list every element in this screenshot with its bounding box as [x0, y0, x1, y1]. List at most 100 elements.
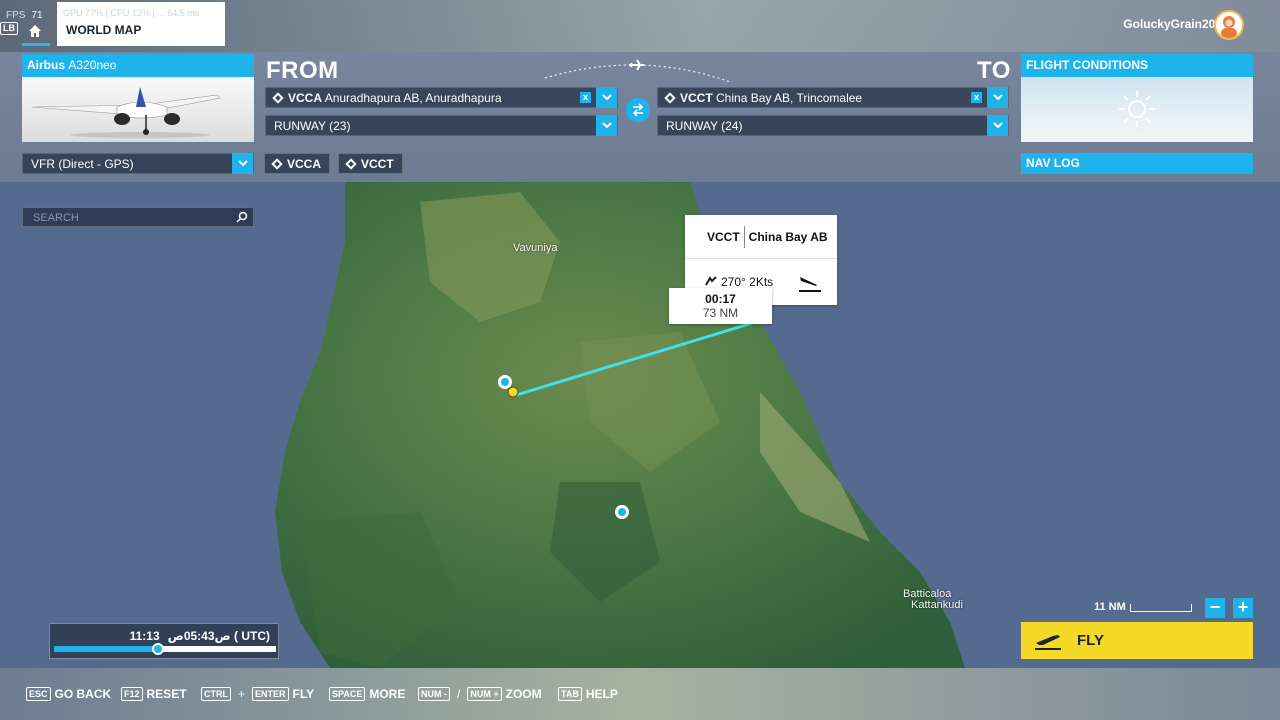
- scale-bar: [1129, 604, 1192, 612]
- arrival-code: VCCT: [680, 91, 713, 105]
- departure-runway-select[interactable]: RUNWAY (23): [265, 115, 618, 136]
- plane-icon: [629, 59, 644, 71]
- leg-tooltip: 00:17 73 NM: [669, 288, 772, 324]
- fly-label: FLY: [1077, 632, 1104, 649]
- flight-plan-type: VFR (Direct - GPS): [31, 157, 134, 171]
- shortcut-help[interactable]: TAB HELP: [558, 687, 618, 701]
- time-label: 11:13 ص05:43ص ( UTC): [130, 629, 270, 643]
- breadcrumb: GPU 77% | CPU 13% | ... 64.5 ms WORLD MA…: [57, 2, 225, 46]
- arrival-runway: RUNWAY (24): [666, 119, 743, 133]
- takeoff-icon: [1035, 634, 1061, 650]
- zoom-in-button[interactable]: +: [1233, 598, 1253, 618]
- from-title: FROM: [266, 57, 339, 84]
- clear-departure-button[interactable]: x: [580, 92, 591, 103]
- flight-plan-type-select[interactable]: VFR (Direct - GPS): [22, 153, 254, 174]
- waypoint-icon: [271, 158, 283, 170]
- wind-info: 270° 2Kts: [705, 275, 773, 289]
- route-line: [512, 318, 763, 398]
- key-badge: ESC: [26, 687, 51, 701]
- aircraft-brand: Airbus: [27, 58, 66, 72]
- shortcut-zoom[interactable]: NUM - / NUM + ZOOM: [418, 687, 542, 701]
- departure-name: Anuradhapura AB, Anuradhapura: [324, 91, 502, 105]
- shortcut-fly[interactable]: CTRL + ENTER FLY: [201, 687, 314, 701]
- airplane-illustration: [31, 87, 221, 138]
- shortcut-go-back[interactable]: ESC GO BACK: [26, 687, 111, 701]
- flight-conditions-card[interactable]: FLIGHT CONDITIONS: [1021, 54, 1253, 142]
- key-badge: TAB: [558, 687, 582, 701]
- waypoint-label: VCCA: [287, 157, 322, 171]
- slider-track[interactable]: [54, 643, 276, 655]
- key-badge: SPACE: [329, 687, 366, 701]
- map-scale: 11 NM: [1094, 601, 1192, 613]
- swap-icon: [632, 103, 644, 117]
- waypoint-icon: [345, 158, 357, 170]
- time-of-day-slider[interactable]: 11:13 ص05:43ص ( UTC): [49, 623, 279, 659]
- lb-key-hint: LB: [0, 22, 18, 35]
- slider-fill: [54, 646, 159, 652]
- airport-name: China Bay AB: [748, 229, 828, 244]
- shortcut-more[interactable]: SPACE MORE: [329, 687, 405, 701]
- arrival-runway-select[interactable]: RUNWAY (24): [657, 115, 1009, 136]
- airport-code: VCCT: [707, 229, 740, 244]
- waypoint-icon: [272, 92, 284, 104]
- aircraft-position-marker: [507, 386, 519, 398]
- shortcut-label: MORE: [369, 687, 406, 701]
- aircraft-title: Airbus A320neo: [22, 54, 254, 77]
- avatar-icon: [1221, 16, 1237, 38]
- slider-handle[interactable]: [152, 643, 165, 655]
- home-button[interactable]: [22, 18, 50, 46]
- wind-icon: [705, 276, 717, 286]
- key-plus: +: [238, 687, 246, 701]
- sun-icon: [1119, 91, 1155, 127]
- scale-label: 11 NM: [1094, 601, 1126, 613]
- waypoint-label: VCCT: [361, 157, 394, 171]
- utc-time: ص05:43ص ( UTC): [167, 629, 270, 643]
- landing-icon[interactable]: [797, 273, 823, 293]
- clear-arrival-button[interactable]: x: [971, 92, 982, 103]
- town-label: Kattankudi: [911, 599, 963, 611]
- departure-runway: RUNWAY (23): [274, 119, 351, 133]
- key-badge: NUM +: [467, 687, 502, 701]
- flight-conditions-title: FLIGHT CONDITIONS: [1021, 54, 1253, 77]
- waypoint-chip-arrival[interactable]: VCCT: [338, 153, 403, 174]
- aircraft-model: A320neo: [68, 58, 117, 72]
- waypoint-chip-departure[interactable]: VCCA: [264, 153, 331, 174]
- departure-airport-select[interactable]: VCCA Anuradhapura AB, Anuradhapura x: [265, 87, 618, 108]
- chevron-down-icon[interactable]: [987, 115, 1008, 136]
- zoom-out-button[interactable]: −: [1205, 598, 1225, 618]
- chevron-down-icon[interactable]: [596, 87, 617, 108]
- chevron-down-icon[interactable]: [987, 87, 1008, 108]
- bottom-bar: [0, 668, 1280, 720]
- shortcut-label: RESET: [146, 687, 187, 701]
- search-icon[interactable]: [236, 211, 248, 223]
- leg-time: 00:17: [705, 292, 736, 306]
- to-title: TO: [977, 57, 1011, 84]
- nav-log-button[interactable]: NAV LOG: [1021, 153, 1253, 174]
- weather-preview: [1021, 77, 1253, 142]
- perf-stats: GPU 77% | CPU 13% | ... 64.5 ms: [63, 8, 200, 18]
- swap-airports-button[interactable]: [626, 98, 650, 122]
- chevron-down-icon[interactable]: [596, 115, 617, 136]
- search-input[interactable]: [23, 209, 223, 227]
- local-time: 11:13: [129, 629, 160, 643]
- key-badge: F12: [121, 687, 143, 701]
- username[interactable]: GoluckyGrain202: [1123, 17, 1222, 31]
- wind-value: 270° 2Kts: [721, 275, 774, 289]
- aircraft-card[interactable]: Airbus A320neo: [22, 54, 254, 142]
- town-label: Vavuniya: [513, 242, 558, 254]
- fly-button[interactable]: FLY: [1021, 622, 1253, 659]
- aircraft-image: [22, 77, 254, 142]
- chevron-down-icon[interactable]: [232, 153, 253, 174]
- shortcut-reset[interactable]: F12 RESET: [121, 687, 187, 701]
- leg-distance: 73 NM: [702, 306, 739, 320]
- key-badge: CTRL: [201, 687, 231, 701]
- page-title: WORLD MAP: [66, 23, 142, 37]
- search-box[interactable]: [22, 207, 254, 227]
- shortcut-label: HELP: [585, 687, 618, 701]
- origin-marker: [498, 375, 512, 389]
- home-icon: [29, 25, 41, 37]
- avatar[interactable]: [1214, 10, 1244, 40]
- arrival-airport-select[interactable]: VCCT China Bay AB, Trincomalee x: [657, 87, 1009, 108]
- key-badge: ENTER: [252, 687, 289, 701]
- arrival-name: China Bay AB, Trincomalee: [716, 91, 863, 105]
